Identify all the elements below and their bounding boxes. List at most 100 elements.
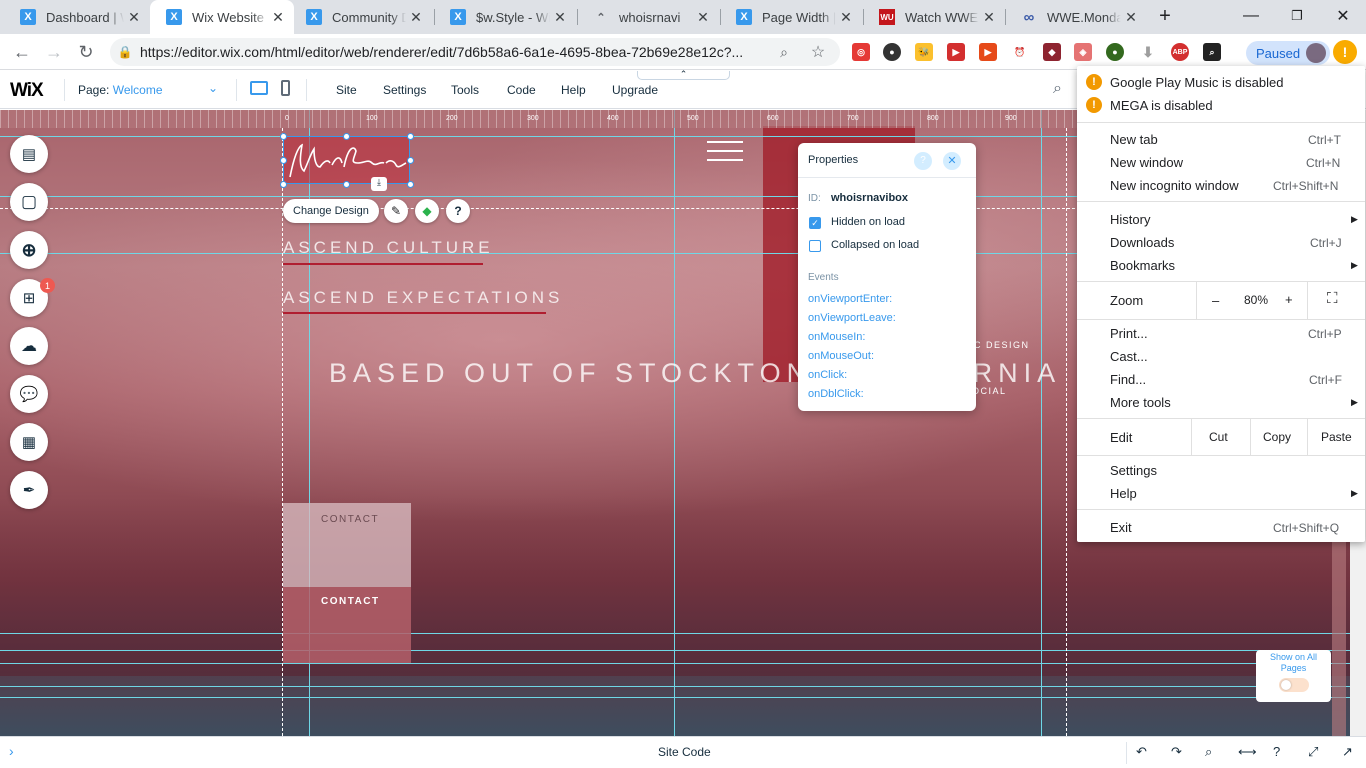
tab-page-width[interactable]: X Page Width | Help ✕ bbox=[720, 0, 862, 34]
contact-strip-light[interactable]: CONTACT bbox=[283, 503, 411, 587]
back-button[interactable]: ← bbox=[8, 38, 36, 66]
detach-icon[interactable]: ↗ bbox=[1342, 744, 1353, 760]
zoom-out-button[interactable]: – bbox=[1212, 293, 1219, 308]
blog-button[interactable]: ✒ bbox=[10, 471, 48, 509]
extension-icon[interactable]: ▶ bbox=[979, 43, 997, 61]
media-upload-button[interactable]: ☁ bbox=[10, 327, 48, 365]
collapse-toolbar-handle[interactable]: ⌃ bbox=[637, 70, 730, 80]
reload-button[interactable]: ↻ bbox=[72, 38, 100, 66]
close-icon[interactable]: ✕ bbox=[406, 9, 426, 26]
zoom-in-button[interactable]: + bbox=[1285, 292, 1293, 307]
tab-community[interactable]: X Community Discussion ✕ bbox=[290, 0, 432, 34]
menu-code[interactable]: Code bbox=[507, 83, 536, 97]
minimize-button[interactable]: — bbox=[1228, 0, 1274, 32]
menu-settings[interactable]: Settings bbox=[1110, 463, 1157, 478]
close-icon[interactable]: ✕ bbox=[550, 9, 570, 26]
tab-wwe-monday[interactable]: ∞ WWE.Monday Night ✕ bbox=[1005, 0, 1147, 34]
code-icon[interactable]: ⟷ bbox=[1238, 744, 1257, 760]
menu-new-window[interactable]: New window bbox=[1110, 155, 1183, 170]
heading-ascend-culture[interactable]: ASCEND CULTURE bbox=[283, 238, 494, 258]
tab-wix-editor[interactable]: X Wix Website Editor ✕ bbox=[150, 0, 294, 34]
resize-handle[interactable] bbox=[280, 157, 287, 164]
menu-text-partial[interactable]: OCIAL bbox=[972, 386, 1007, 396]
extension-icon[interactable]: ◈ bbox=[1074, 43, 1092, 61]
close-icon[interactable]: ✕ bbox=[268, 9, 288, 26]
tab-watch-wwe[interactable]: WU Watch WWE Raw ✕ bbox=[863, 0, 1005, 34]
close-window-button[interactable]: ✕ bbox=[1320, 0, 1366, 32]
mobile-view-icon[interactable] bbox=[281, 80, 290, 96]
new-tab-button[interactable]: + bbox=[1142, 0, 1188, 32]
close-icon[interactable]: ✕ bbox=[943, 152, 961, 170]
resize-handle[interactable] bbox=[407, 181, 414, 188]
change-design-button[interactable]: Change Design bbox=[283, 199, 379, 223]
menu-find[interactable]: Find... bbox=[1110, 372, 1146, 387]
menu-text-partial[interactable]: IC DESIGN bbox=[970, 340, 1030, 350]
address-bar[interactable]: 🔒 https://editor.wix.com/html/editor/web… bbox=[110, 38, 840, 66]
close-icon[interactable]: ✕ bbox=[979, 9, 999, 26]
resize-handle[interactable] bbox=[407, 157, 414, 164]
menu-bookmarks[interactable]: Bookmarks bbox=[1110, 258, 1175, 273]
stretch-down-icon[interactable]: ⤓ bbox=[371, 177, 387, 191]
adblock-icon[interactable]: ABP bbox=[1171, 43, 1189, 61]
warning-mega[interactable]: MEGA is disabled bbox=[1110, 98, 1213, 113]
edit-pen-icon[interactable]: ✎ bbox=[384, 199, 408, 223]
menu-history[interactable]: History bbox=[1110, 212, 1150, 227]
tab-dashboard[interactable]: X Dashboard | Wix ✕ bbox=[4, 0, 150, 34]
show-on-all-toggle[interactable] bbox=[1278, 678, 1309, 692]
download-icon[interactable]: ⬇ bbox=[1139, 43, 1157, 61]
menu-more-tools[interactable]: More tools bbox=[1110, 395, 1171, 410]
site-code-label[interactable]: Site Code bbox=[658, 745, 711, 759]
extension-icon[interactable]: ⌕ bbox=[1203, 43, 1221, 61]
close-icon[interactable]: ✕ bbox=[1121, 9, 1141, 26]
contact-strip-dark[interactable]: CONTACT bbox=[283, 587, 411, 663]
close-icon[interactable]: ✕ bbox=[124, 9, 144, 26]
add-button[interactable]: ⊕ bbox=[10, 231, 48, 269]
menu-settings[interactable]: Settings bbox=[383, 83, 426, 97]
menu-cast[interactable]: Cast... bbox=[1110, 349, 1148, 364]
resize-handle[interactable] bbox=[280, 181, 287, 188]
menus-pages-button[interactable]: ▤ bbox=[10, 135, 48, 173]
background-button[interactable]: ▢ bbox=[10, 183, 48, 221]
chevron-right-icon[interactable]: › bbox=[9, 743, 14, 759]
page-selector[interactable]: Page: Welcome ⌄ bbox=[78, 81, 218, 97]
search-icon[interactable]: ⌕ bbox=[770, 38, 798, 66]
event-onmousein[interactable]: onMouseIn: bbox=[808, 331, 865, 343]
tab-whoisrnavi[interactable]: ⌃ whoisrnavi ✕ bbox=[577, 0, 719, 34]
menu-exit[interactable]: Exit bbox=[1110, 520, 1132, 535]
help-icon[interactable]: ? bbox=[1273, 744, 1280, 759]
menu-new-incognito-window[interactable]: New incognito window bbox=[1110, 178, 1239, 193]
menu-new-tab[interactable]: New tab bbox=[1110, 132, 1158, 147]
event-onclick[interactable]: onClick: bbox=[808, 369, 847, 381]
resize-handle[interactable] bbox=[280, 133, 287, 140]
event-onviewportenter[interactable]: onViewportEnter: bbox=[808, 293, 892, 305]
close-icon[interactable]: ✕ bbox=[836, 9, 856, 26]
warning-google-play-music[interactable]: Google Play Music is disabled bbox=[1110, 75, 1283, 90]
menu-upgrade[interactable]: Upgrade bbox=[612, 83, 658, 97]
bookmark-star-icon[interactable]: ☆ bbox=[804, 38, 832, 66]
extension-icon[interactable]: ⏰ bbox=[1011, 43, 1029, 61]
hamburger-menu-icon[interactable] bbox=[707, 141, 743, 163]
undo-icon[interactable]: ↶ bbox=[1136, 744, 1147, 760]
menu-tools[interactable]: Tools bbox=[451, 83, 479, 97]
profile-paused-button[interactable]: Paused bbox=[1246, 41, 1330, 65]
animation-icon[interactable]: ◆ bbox=[415, 199, 439, 223]
zoom-search-icon[interactable]: ⌕ bbox=[1053, 80, 1062, 98]
restore-button[interactable]: ❐ bbox=[1274, 0, 1320, 32]
element-id-value[interactable]: whoisrnavibox bbox=[831, 192, 908, 204]
menu-help[interactable]: Help bbox=[561, 83, 586, 97]
event-ondblclick[interactable]: onDblClick: bbox=[808, 388, 864, 400]
expand-icon[interactable]: ⤢ bbox=[1308, 744, 1318, 760]
paste-button[interactable]: Paste bbox=[1321, 430, 1352, 444]
help-icon[interactable]: ? bbox=[914, 152, 932, 170]
event-onviewportleave[interactable]: onViewportLeave: bbox=[808, 312, 896, 324]
desktop-view-icon[interactable] bbox=[250, 81, 268, 95]
resize-handle[interactable] bbox=[343, 133, 350, 140]
chrome-menu-icon[interactable]: ! bbox=[1333, 40, 1357, 64]
forward-button[interactable]: → bbox=[40, 38, 68, 66]
redo-icon[interactable]: ↷ bbox=[1171, 744, 1182, 760]
chat-button[interactable]: 💬 bbox=[10, 375, 48, 413]
resize-handle[interactable] bbox=[407, 133, 414, 140]
menu-print[interactable]: Print... bbox=[1110, 326, 1148, 341]
wix-logo[interactable]: WiX bbox=[10, 80, 44, 102]
menu-help[interactable]: Help bbox=[1110, 486, 1137, 501]
